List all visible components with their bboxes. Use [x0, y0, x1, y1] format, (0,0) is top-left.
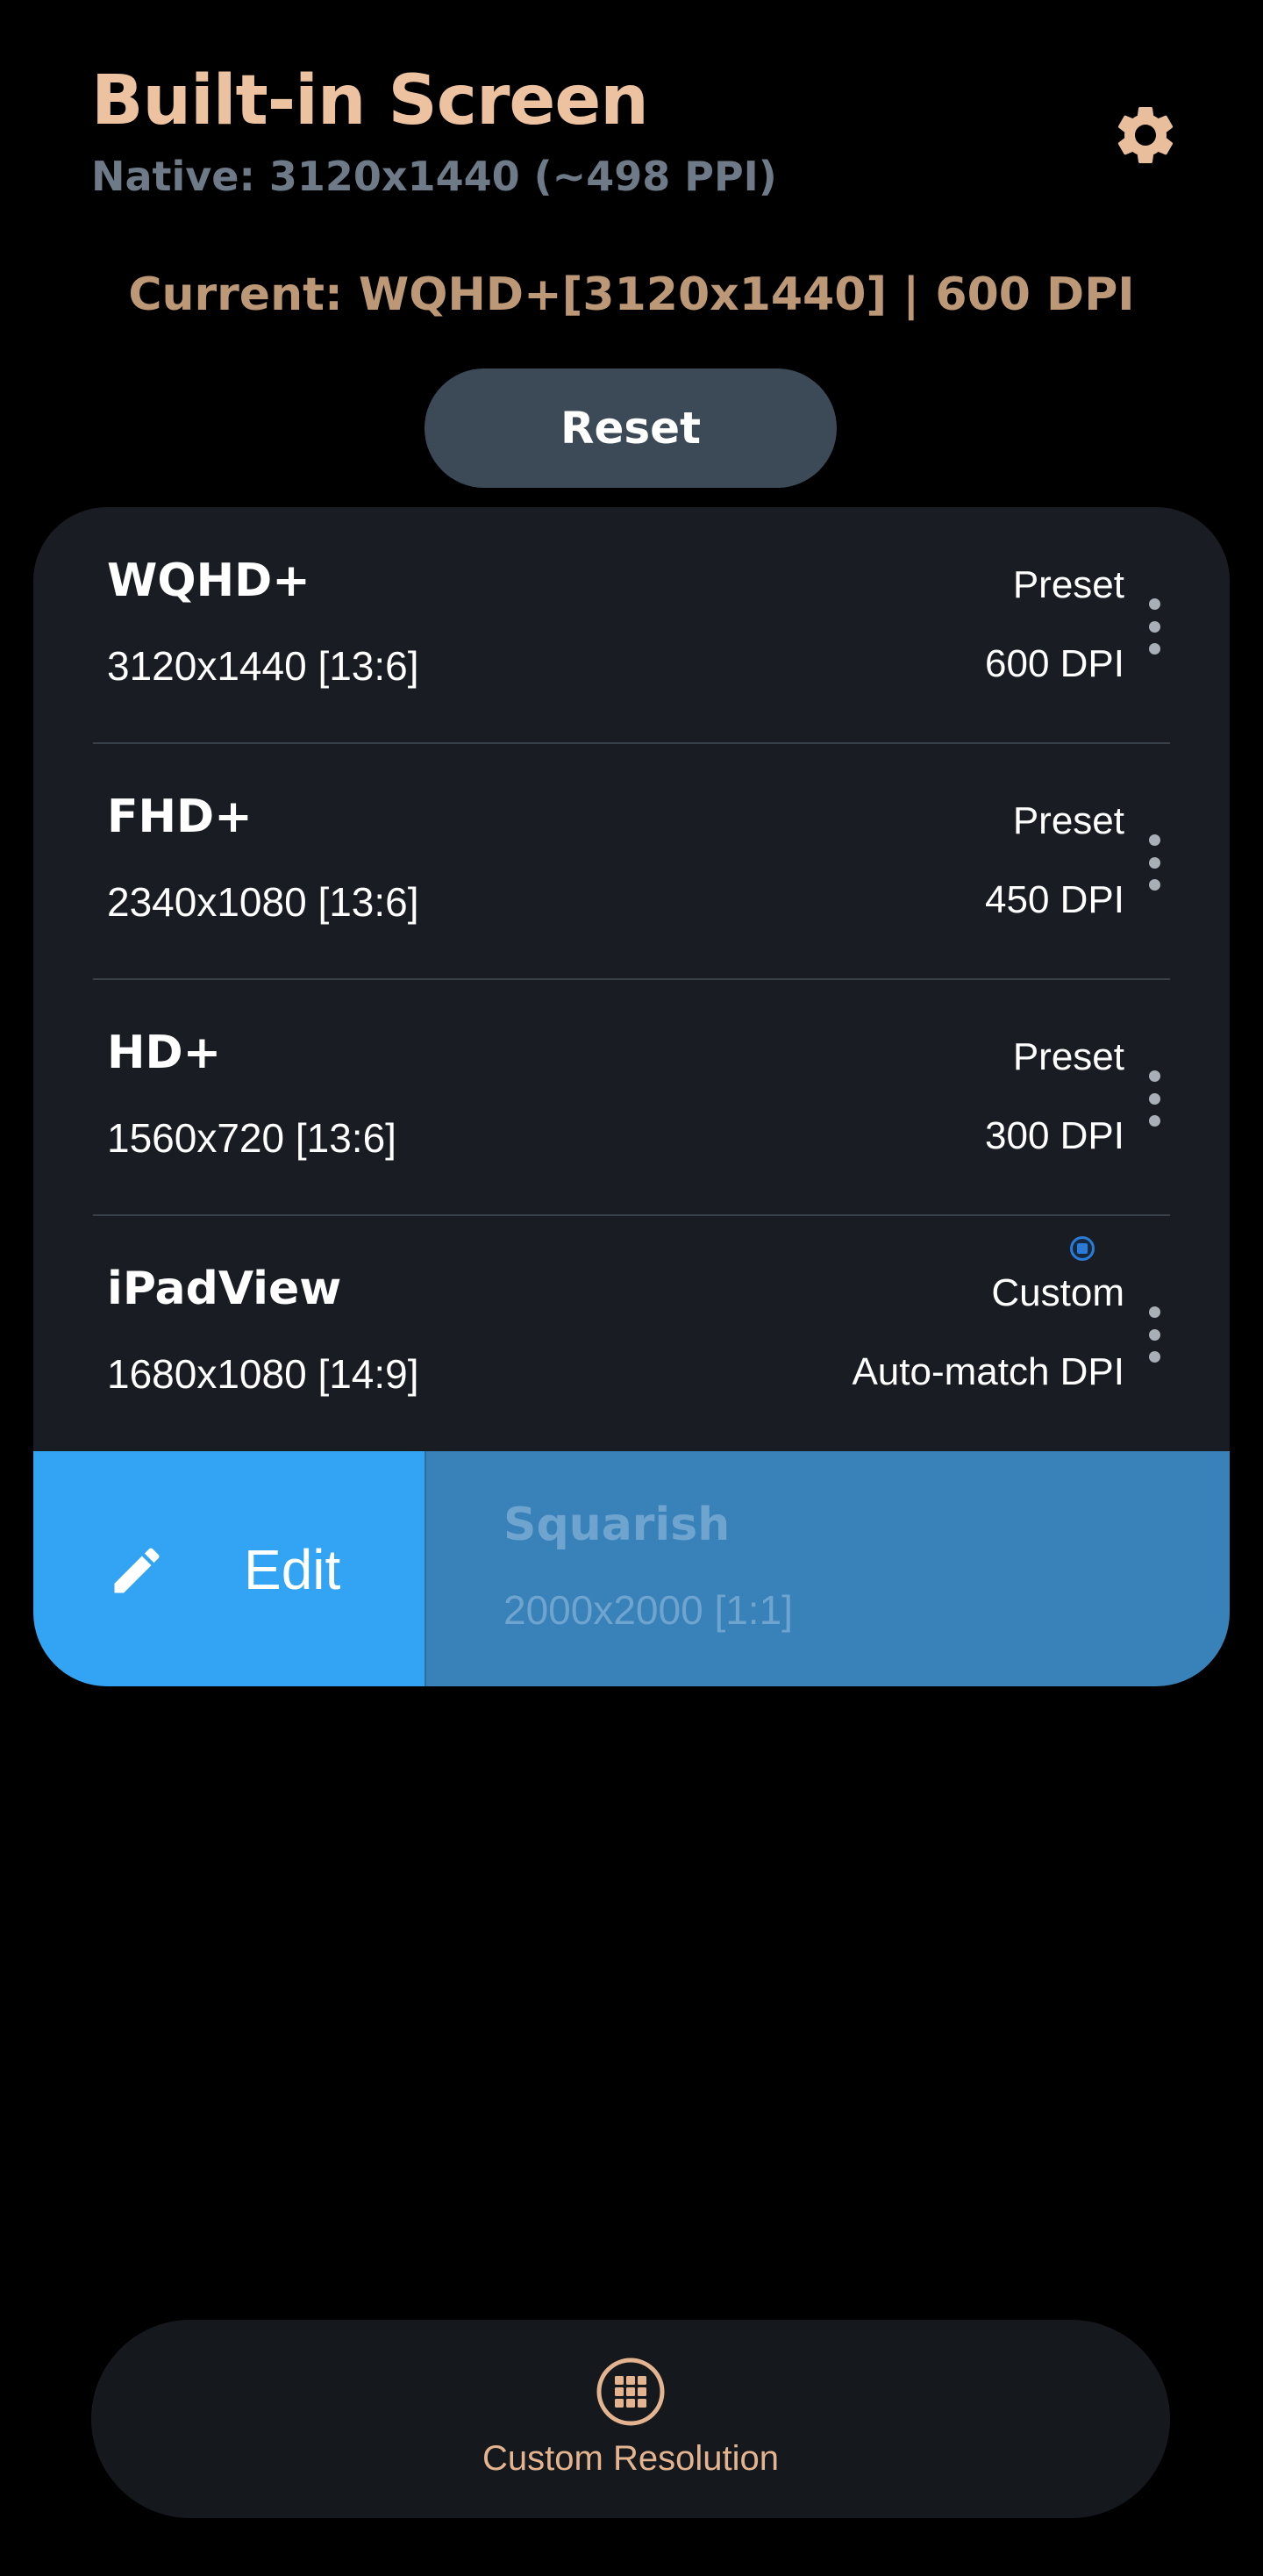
resolution-type: Preset [1012, 799, 1124, 842]
page-title: Built-in Screen [91, 61, 649, 140]
resolution-type: Preset [1012, 563, 1124, 606]
resolution-item-wqhd[interactable]: WQHD+ 3120x1440 [13:6] Preset 600 DPI [33, 507, 1230, 742]
resolution-name: HD+ [107, 1027, 222, 1079]
resolution-item-ipadview[interactable]: iPadView 1680x1080 [14:9] Custom Auto-ma… [33, 1215, 1230, 1450]
resolution-name: iPadView [107, 1263, 342, 1315]
custom-resolution-label: Custom Resolution [482, 2439, 779, 2478]
resolution-name: FHD+ [107, 791, 253, 843]
resolution-dpi: 600 DPI [985, 642, 1124, 685]
reset-button[interactable]: Reset [425, 369, 837, 488]
resolution-list: WQHD+ 3120x1440 [13:6] Preset 600 DPI FH… [33, 507, 1230, 1686]
resolution-name: WQHD+ [107, 555, 310, 607]
resolution-item-hd[interactable]: HD+ 1560x720 [13:6] Preset 300 DPI [33, 979, 1230, 1214]
custom-resolution-button[interactable]: Custom Resolution [91, 2320, 1170, 2518]
shifted-row-content[interactable]: Squarish 2000x2000 [1:1] [425, 1451, 1230, 1686]
resolution-size: 2000x2000 [1:1] [503, 1587, 793, 1633]
more-options-icon[interactable] [1137, 1299, 1172, 1370]
swiped-resolution-item[interactable]: Edit Squarish 2000x2000 [1:1] [33, 1451, 1230, 1686]
resolution-dpi: 450 DPI [985, 878, 1124, 921]
screen: Built-in Screen Native: 3120x1440 (~498 … [0, 0, 1263, 2576]
resolution-item-fhd[interactable]: FHD+ 2340x1080 [13:6] Preset 450 DPI [33, 743, 1230, 978]
resolution-dpi: 300 DPI [985, 1114, 1124, 1157]
resolution-type: Preset [1012, 1035, 1124, 1078]
resolution-size: 1680x1080 [14:9] [107, 1351, 419, 1397]
more-options-icon[interactable] [1137, 827, 1172, 898]
resolution-size: 3120x1440 [13:6] [107, 643, 419, 689]
resolution-size: 1560x720 [13:6] [107, 1115, 396, 1161]
edit-action-button[interactable]: Edit [33, 1451, 425, 1686]
custom-badge-icon [1070, 1236, 1095, 1261]
resolution-size: 2340x1080 [13:6] [107, 879, 419, 925]
resolution-dpi: Auto-match DPI [852, 1350, 1124, 1393]
gear-icon[interactable] [1110, 100, 1181, 170]
resolution-name: Squarish [503, 1499, 731, 1551]
edit-label: Edit [244, 1538, 341, 1601]
pencil-icon [114, 1548, 160, 1593]
grid-icon [596, 2358, 665, 2426]
current-resolution: Current: WQHD+[3120x1440] | 600 DPI [128, 268, 1135, 321]
more-options-icon[interactable] [1137, 1063, 1172, 1134]
native-resolution: Native: 3120x1440 (~498 PPI) [91, 153, 777, 200]
more-options-icon[interactable] [1137, 591, 1172, 662]
resolution-type: Custom [991, 1271, 1124, 1314]
